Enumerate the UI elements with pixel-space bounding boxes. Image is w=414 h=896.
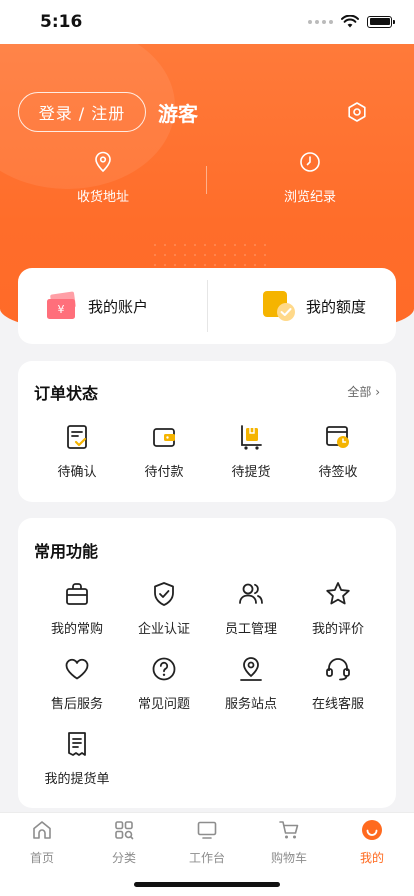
- users-icon: [239, 583, 263, 604]
- wallet-card-icon: ¥: [47, 291, 76, 319]
- after-sales-service[interactable]: 售后服务: [32, 655, 122, 712]
- shopping-bag-icon: [66, 583, 88, 605]
- my-pickup-orders[interactable]: 我的提货单: [32, 730, 122, 787]
- all-orders-link[interactable]: 全部 ›: [347, 383, 380, 400]
- profile-smile-icon: [362, 820, 382, 840]
- after-sales-service-label: 售后服务: [50, 697, 103, 712]
- my-frequent-purchases[interactable]: 我的常购: [32, 580, 122, 637]
- clock-icon: [300, 152, 320, 172]
- cart-icon: [279, 821, 299, 839]
- my-reviews[interactable]: 我的评价: [293, 580, 383, 637]
- category-icon: [115, 821, 134, 840]
- address-link-label: 收货地址: [76, 190, 129, 205]
- status-icons: [308, 15, 395, 28]
- credit-quota-icon: [263, 291, 295, 321]
- common-functions-card: 常用功能 我的常购 企业认证 员工管理 我的评价 售后服务 常见问题 服务站点 …: [18, 518, 396, 808]
- account-card: ¥ 我的账户 我的额度: [18, 268, 396, 344]
- tab-mine-label: 我的: [359, 851, 384, 865]
- battery-icon: [367, 15, 395, 28]
- enterprise-verification-label: 企业认证: [137, 622, 190, 637]
- status-time: 5:16: [40, 12, 83, 32]
- signal-icon: [308, 19, 333, 24]
- common-functions-title: 常用功能: [34, 542, 99, 561]
- map-pin-icon: [240, 657, 262, 681]
- account-divider: [207, 280, 208, 332]
- my-account-label: 我的账户: [88, 297, 149, 316]
- my-reviews-label: 我的评价: [311, 622, 364, 637]
- service-stations[interactable]: 服务站点: [206, 655, 296, 712]
- my-quota-button[interactable]: 我的额度: [262, 268, 366, 344]
- my-frequent-purchases-label: 我的常购: [50, 622, 103, 637]
- order-pending-pickup-label: 待提货: [231, 465, 271, 480]
- tab-cart-label: 购物车: [270, 851, 307, 865]
- tab-workbench-label: 工作台: [188, 851, 225, 865]
- confirm-doc-icon: [67, 425, 87, 449]
- my-pickup-orders-label: 我的提货单: [44, 772, 110, 787]
- tab-cart[interactable]: 购物车: [254, 819, 324, 866]
- status-bar: 5:16: [0, 0, 414, 44]
- receipt-icon: [68, 732, 86, 756]
- tab-home-label: 首页: [29, 851, 54, 865]
- star-icon: [326, 582, 350, 605]
- svg-text:¥: ¥: [58, 303, 65, 316]
- order-pending-confirm-label: 待确认: [57, 465, 97, 480]
- history-link-label: 浏览纪录: [283, 190, 336, 205]
- pickup-cart-icon: [241, 425, 262, 450]
- online-customer-service[interactable]: 在线客服: [293, 655, 383, 712]
- order-status-card: 订单状态 全部 › 待确认 待付款 待提货 待签收: [18, 361, 396, 502]
- tab-category[interactable]: 分类: [89, 819, 159, 866]
- monitor-icon: [197, 821, 217, 839]
- tab-workbench[interactable]: 工作台: [172, 819, 242, 866]
- heart-icon: [65, 658, 89, 680]
- order-pending-pickup[interactable]: 待提货: [206, 423, 296, 480]
- home-icon: [33, 821, 51, 839]
- tab-home[interactable]: 首页: [7, 819, 77, 866]
- service-stations-label: 服务站点: [224, 697, 277, 712]
- chevron-right-icon: ›: [371, 385, 380, 399]
- order-status-title: 订单状态: [34, 384, 99, 403]
- headset-icon: [326, 658, 350, 681]
- history-link[interactable]: 浏览纪录: [245, 150, 375, 205]
- login-register-button[interactable]: 登录 / 注册: [18, 92, 146, 132]
- staff-management-label: 员工管理: [224, 622, 277, 637]
- order-pending-signoff-label: 待签收: [318, 465, 358, 480]
- address-link[interactable]: 收货地址: [38, 150, 168, 205]
- order-pending-payment[interactable]: 待付款: [119, 423, 209, 480]
- location-pin-icon: [95, 151, 111, 173]
- question-icon: [152, 657, 176, 681]
- staff-management[interactable]: 员工管理: [206, 580, 296, 637]
- wallet-icon: [153, 428, 175, 447]
- user-name: 游客: [158, 102, 198, 126]
- settings-icon[interactable]: [345, 100, 369, 124]
- my-quota-label: 我的额度: [306, 297, 367, 316]
- wifi-icon: [341, 15, 359, 28]
- order-pending-signoff[interactable]: 待签收: [293, 423, 383, 480]
- my-account-button[interactable]: ¥ 我的账户: [46, 268, 148, 344]
- online-customer-service-label: 在线客服: [311, 697, 364, 712]
- faq[interactable]: 常见问题: [119, 655, 209, 712]
- order-pending-payment-label: 待付款: [144, 465, 184, 480]
- shield-check-icon: [154, 582, 174, 606]
- sign-clock-icon: [326, 426, 349, 448]
- tab-category-label: 分类: [111, 851, 136, 865]
- enterprise-verification[interactable]: 企业认证: [119, 580, 209, 637]
- header-divider: [206, 166, 207, 194]
- order-pending-confirm[interactable]: 待确认: [32, 423, 122, 480]
- faq-label: 常见问题: [137, 697, 190, 712]
- all-orders-label: 全部: [347, 385, 372, 399]
- tab-mine[interactable]: 我的: [337, 819, 407, 866]
- home-indicator: [134, 882, 280, 887]
